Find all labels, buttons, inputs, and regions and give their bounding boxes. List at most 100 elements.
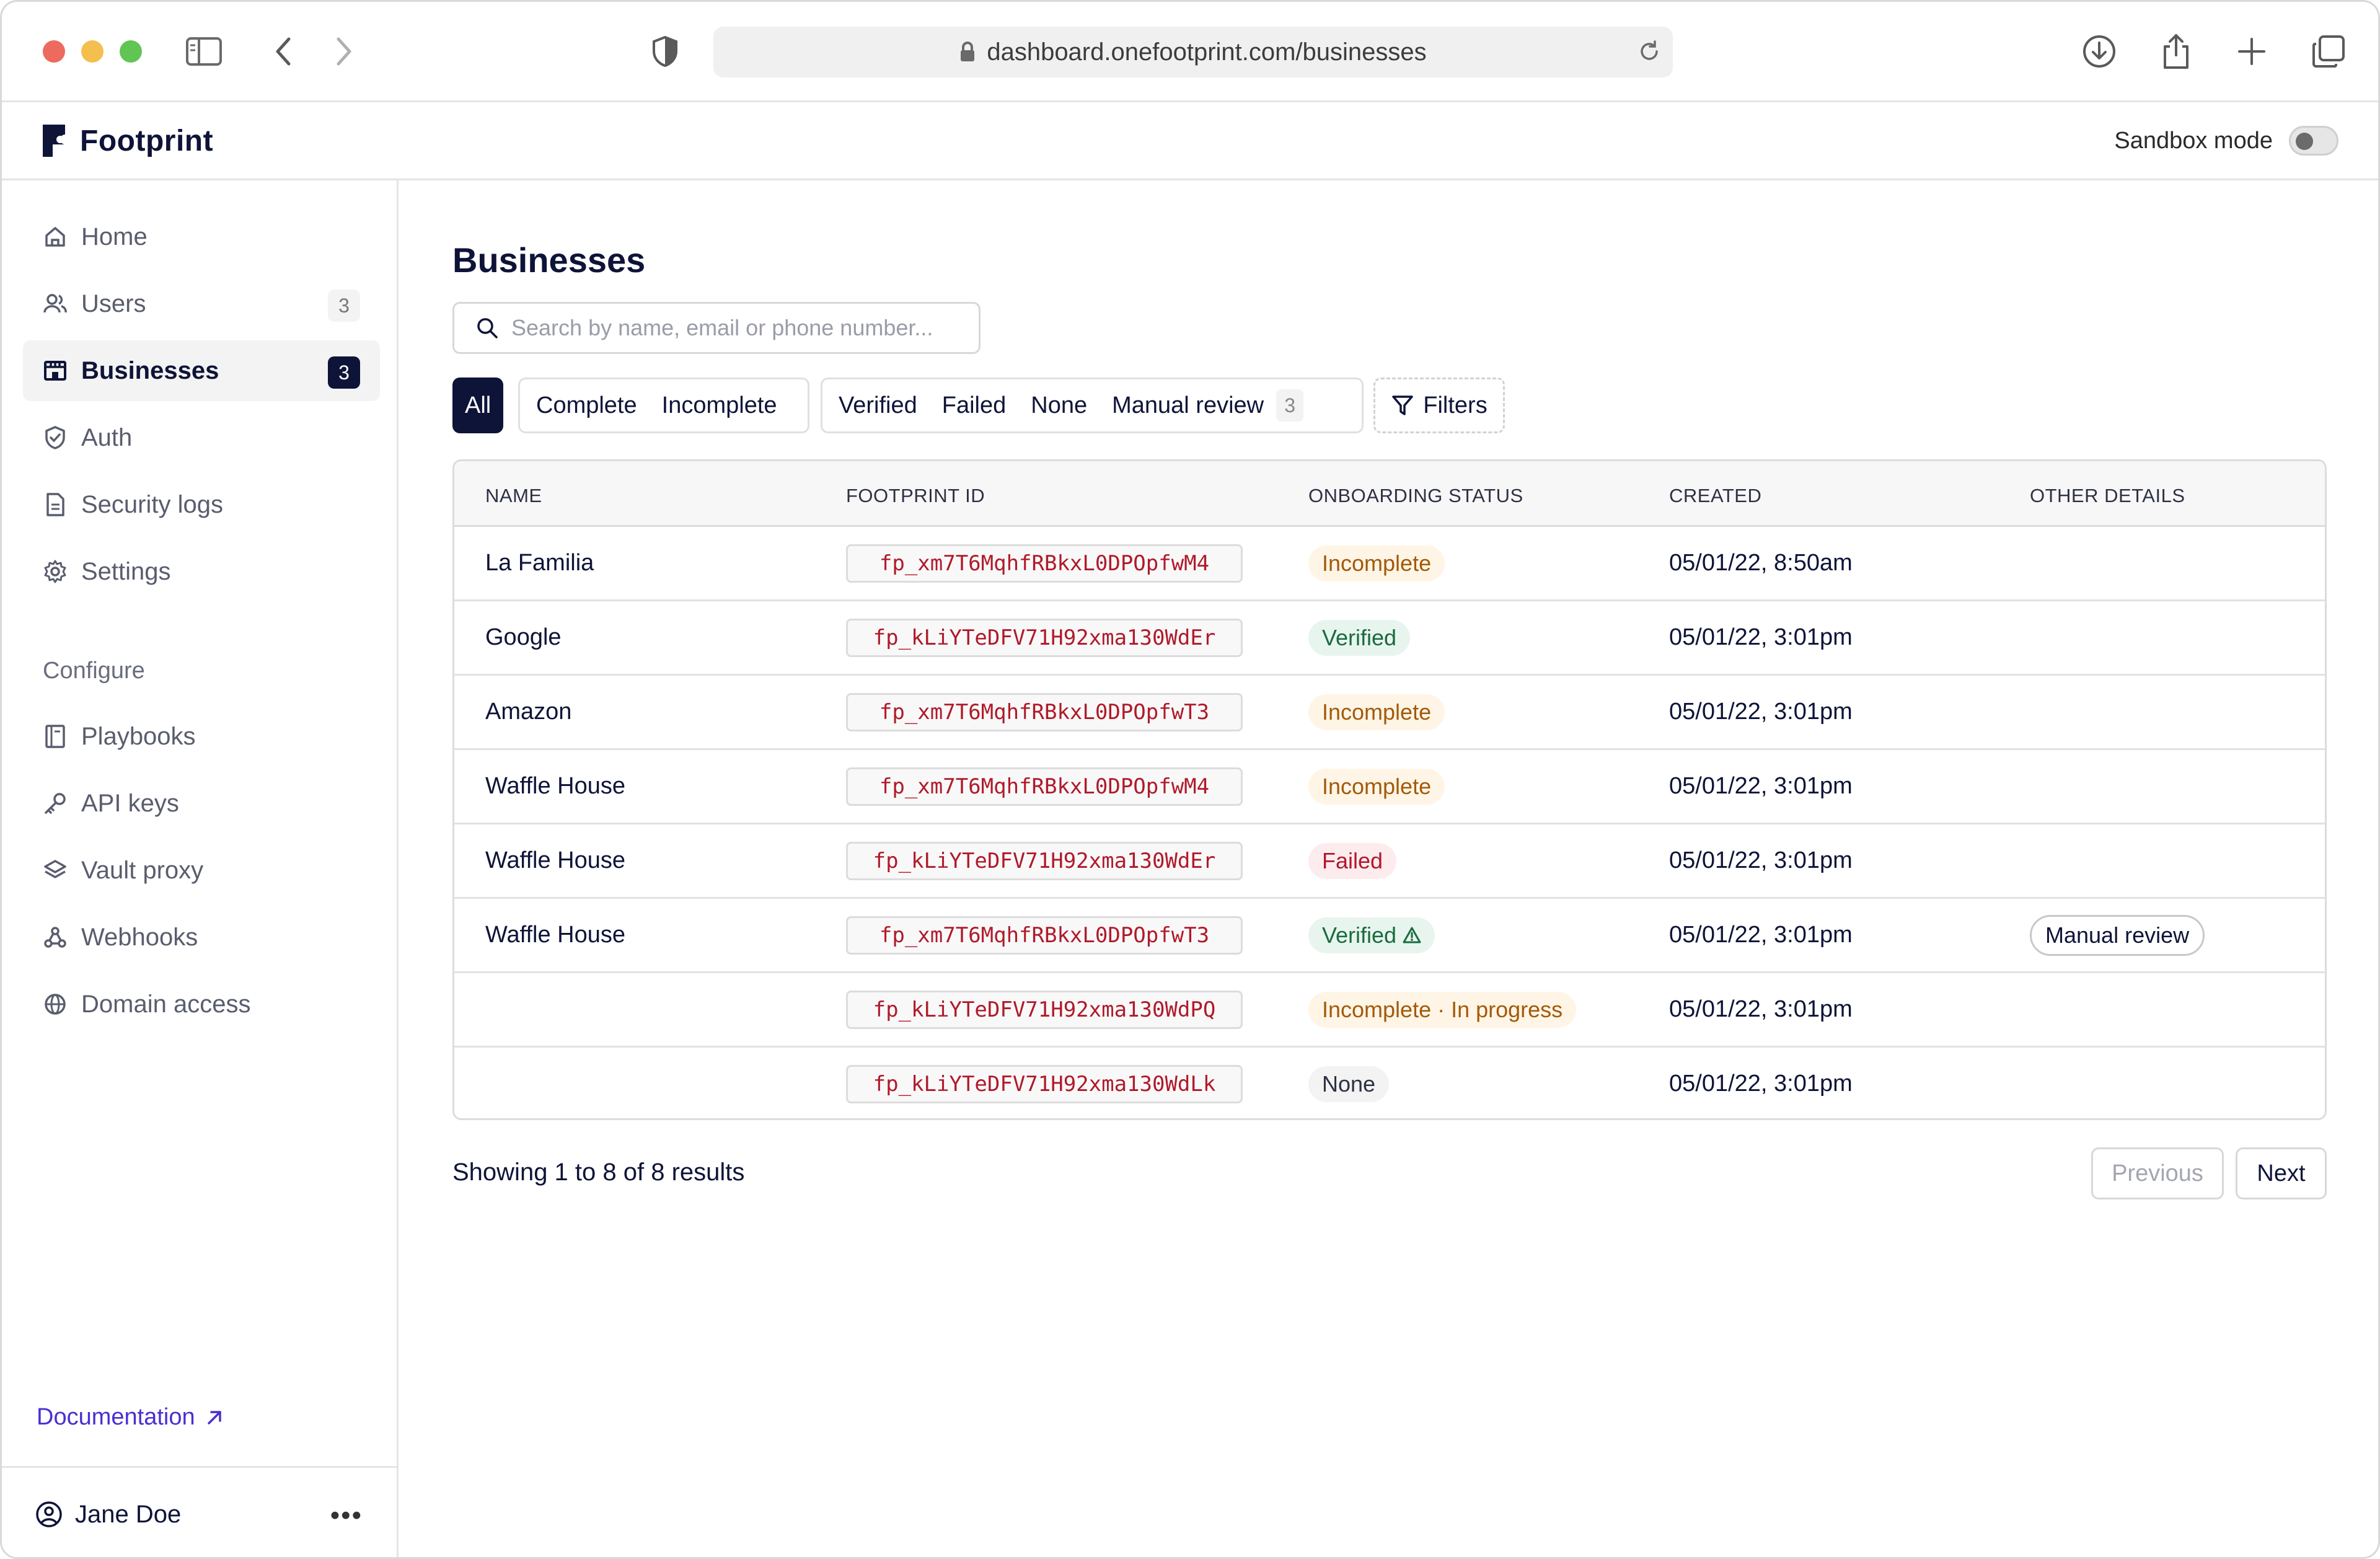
reload-icon[interactable]	[1637, 39, 1662, 70]
share-icon[interactable]	[2156, 32, 2196, 71]
footprint-logo-icon	[43, 125, 65, 157]
webhook-icon	[42, 924, 69, 951]
table-row[interactable]: Amazon fp_xm7T6MqhfRBkxL0DPOpfwT3 Incomple…	[454, 676, 2325, 750]
footprint-id-code[interactable]: fp_xm7T6MqhfRBkxL0DPOpfwM4	[846, 544, 1243, 583]
footprint-id-code[interactable]: fp_kLiYTeDFV71H92xma130WdEr	[846, 841, 1243, 880]
status-badge-label: Incomplete · In progress	[1322, 996, 1563, 1022]
cell-onboarding-status: Incomplete · In progress	[1308, 973, 1577, 1046]
table-row[interactable]: Waffle House fp_xm7T6MqhfRBkxL0DPOpfwT3 Ve…	[454, 899, 2325, 973]
filter-group-status: Verified Failed None Manual review 3	[821, 378, 1364, 433]
privacy-shield-icon[interactable]	[645, 32, 685, 71]
previous-page-button[interactable]: Previous	[2091, 1147, 2224, 1199]
sidebar-item-users[interactable]: Users 3	[23, 273, 380, 334]
sidebar: Home Users 3 Businesses 3 Auth Security …	[2, 180, 399, 1557]
cell-created: 05/01/22, 3:01pm	[1669, 699, 1853, 725]
sidebar-item-auth[interactable]: Auth	[23, 407, 380, 468]
status-badge: None	[1308, 1066, 1390, 1102]
footprint-id-code[interactable]: fp_xm7T6MqhfRBkxL0DPOpfwT3	[846, 916, 1243, 955]
cell-other-details: Manual review	[2030, 899, 2205, 971]
sidebar-item-home[interactable]: Home	[23, 206, 380, 267]
search-box	[452, 302, 981, 354]
footprint-id-code[interactable]: fp_xm7T6MqhfRBkxL0DPOpfwT3	[846, 692, 1243, 731]
close-window-button[interactable]	[43, 40, 65, 63]
footprint-id-code[interactable]: fp_kLiYTeDFV71H92xma130WdPQ	[846, 990, 1243, 1029]
app-header: Footprint Sandbox mode	[2, 102, 2378, 180]
status-badge: Failed	[1308, 842, 1397, 879]
filter-failed[interactable]: Failed	[930, 382, 1019, 429]
filter-none[interactable]: None	[1018, 382, 1100, 429]
sandbox-mode: Sandbox mode	[2114, 126, 2338, 156]
brand-logo[interactable]: Footprint	[42, 123, 213, 158]
cell-footprint-id: fp_xm7T6MqhfRBkxL0DPOpfwM4	[846, 750, 1243, 823]
businesses-table: NAME FOOTPRINT ID ONBOARDING STATUS CREA…	[452, 459, 2327, 1120]
filter-all[interactable]: All	[452, 378, 504, 433]
filter-manual-review[interactable]: Manual review 3	[1100, 382, 1316, 429]
sidebar-item-label: Users	[81, 289, 146, 317]
sidebar-item-security-logs[interactable]: Security logs	[23, 474, 380, 535]
search-input[interactable]	[511, 315, 958, 341]
sidebar-item-vault-proxy[interactable]: Vault proxy	[23, 840, 380, 901]
key-icon	[42, 790, 69, 817]
more-options-icon[interactable]: •••	[330, 1500, 363, 1531]
footprint-id-code[interactable]: fp_xm7T6MqhfRBkxL0DPOpfwM4	[846, 767, 1243, 806]
user-menu[interactable]: Jane Doe •••	[2, 1466, 399, 1557]
main-content: Businesses All Complete Incomplete Verif…	[400, 180, 2378, 1557]
documentation-link[interactable]: Documentation	[37, 1404, 224, 1431]
sidebar-item-api-keys[interactable]: API keys	[23, 773, 380, 834]
cell-onboarding-status: Verified	[1308, 899, 1435, 971]
cell-onboarding-status: Failed	[1308, 824, 1397, 897]
download-icon[interactable]	[2079, 32, 2119, 71]
address-bar[interactable]: dashboard.onefootprint.com/businesses	[713, 27, 1673, 77]
status-badge: Incomplete · In progress	[1308, 991, 1577, 1028]
external-link-icon	[207, 1410, 221, 1424]
cell-name: Waffle House	[485, 922, 625, 948]
sidebar-item-settings[interactable]: Settings	[23, 541, 380, 602]
filter-complete[interactable]: Complete	[524, 382, 650, 429]
section-label-configure: Configure	[43, 658, 145, 684]
footprint-id-code[interactable]: fp_kLiYTeDFV71H92xma130WdLk	[846, 1064, 1243, 1103]
table-row[interactable]: fp_kLiYTeDFV71H92xma130WdLk None 05/01/22,…	[454, 1048, 2325, 1118]
cell-onboarding-status: Incomplete	[1308, 750, 1445, 823]
next-page-button[interactable]: Next	[2236, 1147, 2327, 1199]
cell-footprint-id: fp_kLiYTeDFV71H92xma130WdEr	[846, 824, 1243, 897]
sidebar-item-businesses[interactable]: Businesses 3	[23, 340, 380, 401]
cell-name: Amazon	[485, 699, 572, 725]
table-row[interactable]: La Familia fp_xm7T6MqhfRBkxL0DPOpfwM4 Inco…	[454, 527, 2325, 601]
filter-verified[interactable]: Verified	[826, 382, 930, 429]
filter-group-completion: Complete Incomplete	[518, 378, 809, 433]
status-badge: Verified	[1308, 619, 1411, 656]
table-row[interactable]: fp_kLiYTeDFV71H92xma130WdPQ Incomplete · …	[454, 973, 2325, 1048]
businesses-count-badge: 3	[328, 356, 360, 389]
sandbox-mode-toggle[interactable]	[2289, 126, 2338, 156]
filters-button[interactable]: Filters	[1373, 378, 1505, 433]
sidebar-item-playbooks[interactable]: Playbooks	[23, 706, 380, 767]
filter-funnel-icon	[1392, 395, 1414, 415]
table-row[interactable]: Waffle House fp_xm7T6MqhfRBkxL0DPOpfwM4 In…	[454, 750, 2325, 824]
footprint-id-code[interactable]: fp_kLiYTeDFV71H92xma130WdEr	[846, 618, 1243, 657]
search-icon	[477, 318, 498, 338]
forward-icon[interactable]	[324, 32, 364, 71]
table-row[interactable]: Google fp_kLiYTeDFV71H92xma130WdEr Verifie…	[454, 601, 2325, 676]
cell-created: 05/01/22, 3:01pm	[1669, 922, 1853, 948]
new-tab-icon[interactable]	[2232, 32, 2272, 71]
sidebar-item-domain-access[interactable]: Domain access	[23, 974, 380, 1035]
column-header-created: CREATED	[1669, 485, 1762, 506]
table-row[interactable]: Waffle House fp_kLiYTeDFV71H92xma130WdEr F…	[454, 824, 2325, 899]
status-badge-label: Incomplete	[1322, 550, 1432, 576]
status-badge-label: Failed	[1322, 847, 1383, 873]
maximize-window-button[interactable]	[120, 40, 142, 63]
sidebar-item-webhooks[interactable]: Webhooks	[23, 907, 380, 968]
status-badge-label: Incomplete	[1322, 773, 1432, 799]
filter-incomplete[interactable]: Incomplete	[650, 382, 790, 429]
users-count-badge: 3	[328, 289, 360, 322]
tab-overview-icon[interactable]	[2309, 32, 2348, 71]
minimize-window-button[interactable]	[81, 40, 104, 63]
column-header-onboarding-status: ONBOARDING STATUS	[1308, 485, 1523, 506]
globe-icon	[42, 991, 69, 1018]
sidebar-toggle-icon[interactable]	[184, 32, 224, 71]
table-header: NAME FOOTPRINT ID ONBOARDING STATUS CREA…	[454, 461, 2325, 527]
cell-created: 05/01/22, 3:01pm	[1669, 1071, 1853, 1097]
manual-review-pill[interactable]: Manual review	[2030, 914, 2205, 956]
status-badge: Incomplete	[1308, 545, 1445, 581]
back-icon[interactable]	[263, 32, 303, 71]
